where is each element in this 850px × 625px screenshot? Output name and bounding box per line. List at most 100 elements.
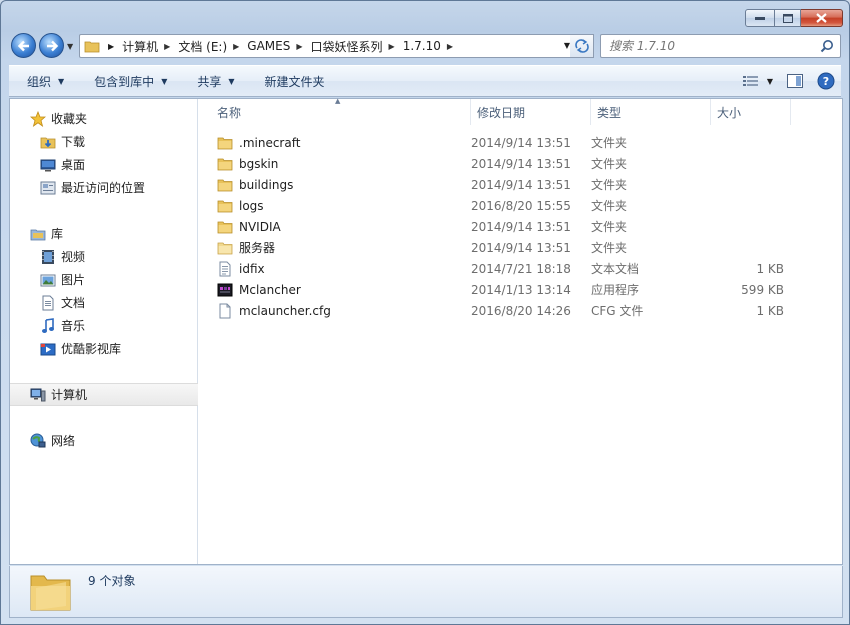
file-type: 文件夹 [591, 178, 628, 192]
column-label: 名称 [217, 105, 242, 120]
preview-pane-button[interactable] [787, 74, 803, 88]
close-button[interactable] [801, 9, 843, 27]
file-row-bgskin[interactable]: bgskin 2014/9/14 13:51 文件夹 [199, 153, 842, 174]
minimize-icon [755, 17, 765, 20]
file-name-cell: 服务器 [199, 239, 471, 256]
file-name: mclauncher.cfg [239, 303, 331, 318]
view-controls: ▼ ? [729, 72, 835, 90]
breadcrumb-separator-icon[interactable]: ▶ [296, 42, 302, 51]
file-rows: .minecraft 2014/9/14 13:51 文件夹 bgskin 20… [199, 132, 842, 321]
change-view-button[interactable]: ▼ [742, 75, 773, 87]
include-in-library-label: 包含到库中 [94, 74, 155, 89]
preview-pane-icon [787, 74, 803, 88]
breadcrumb-drive-e[interactable]: 文档 (E:) ▶ [178, 38, 247, 55]
downloads-folder-icon [40, 134, 56, 150]
file-name-cell: buildings [199, 177, 471, 193]
breadcrumb-games[interactable]: GAMES ▶ [247, 39, 310, 53]
desktop-icon [40, 157, 56, 173]
breadcrumb-separator-icon[interactable]: ▶ [447, 42, 453, 51]
column-header-type[interactable]: 类型 [591, 99, 711, 125]
breadcrumb-separator-icon[interactable]: ▶ [164, 42, 170, 51]
file-row-server[interactable]: 服务器 2014/9/14 13:51 文件夹 [199, 237, 842, 258]
libraries-group: 库 视频 图片 文档 音乐 优酷影视库 [10, 222, 198, 360]
nav-favorites[interactable]: 收藏夹 [10, 107, 198, 130]
file-row-minecraft[interactable]: .minecraft 2014/9/14 13:51 文件夹 [199, 132, 842, 153]
nav-pictures[interactable]: 图片 [10, 268, 198, 291]
folder-icon [217, 219, 233, 235]
breadcrumb-separator-icon[interactable]: ▶ [389, 42, 395, 51]
pictures-icon [40, 272, 56, 288]
computer-group: 计算机 [10, 383, 198, 406]
refresh-button[interactable] [570, 34, 594, 58]
chevron-down-icon: ▼ [58, 76, 65, 86]
column-header-name[interactable]: ▲ 名称 [199, 97, 471, 125]
nav-downloads[interactable]: 下载 [10, 130, 198, 153]
back-button[interactable] [11, 33, 36, 58]
explorer-window: ▼ ▶ 计算机 ▶ 文档 (E:) ▶ GAMES ▶ 口袋妖怪系列 ▶ 1.7.10 ▶… [0, 0, 850, 625]
file-date: 2014/1/13 13:14 [471, 282, 571, 297]
nav-network[interactable]: 网络 [10, 429, 198, 452]
nav-label: 库 [51, 227, 64, 241]
forward-button[interactable] [39, 33, 64, 58]
network-icon [30, 433, 46, 449]
file-name: .minecraft [239, 135, 301, 150]
column-header-date[interactable]: 修改日期 [471, 99, 591, 125]
search-icon[interactable] [820, 39, 834, 56]
address-bar[interactable]: ▶ 计算机 ▶ 文档 (E:) ▶ GAMES ▶ 口袋妖怪系列 ▶ 1.7.10 ▶ ▼ [79, 34, 575, 58]
recent-pages-dropdown[interactable]: ▼ [67, 42, 73, 51]
minimize-button[interactable] [745, 9, 775, 27]
breadcrumb-current[interactable]: 1.7.10 ▶ [403, 39, 461, 53]
search-box[interactable] [600, 34, 841, 58]
file-row-buildings[interactable]: buildings 2014/9/14 13:51 文件夹 [199, 174, 842, 195]
file-name: buildings [239, 177, 294, 192]
file-row-mclauncher-cfg[interactable]: mclauncher.cfg 2016/8/20 14:26 CFG 文件 1 … [199, 300, 842, 321]
nav-computer[interactable]: 计算机 [10, 383, 198, 406]
share-label: 共享 [197, 74, 222, 89]
refresh-icon [574, 39, 589, 53]
recent-places-icon [40, 180, 56, 196]
nav-libraries[interactable]: 库 [10, 222, 198, 245]
empty-folder-icon [217, 240, 233, 256]
nav-desktop[interactable]: 桌面 [10, 153, 198, 176]
breadcrumb-computer[interactable]: 计算机 ▶ [122, 38, 178, 55]
nav-music[interactable]: 音乐 [10, 314, 198, 337]
organize-button[interactable]: 组织 ▼ [9, 65, 76, 97]
chevron-down-icon[interactable]: ▼ [767, 77, 773, 86]
caption-buttons [745, 9, 843, 27]
nav-documents[interactable]: 文档 [10, 291, 198, 314]
new-folder-button[interactable]: 新建文件夹 [247, 65, 337, 97]
breadcrumb-separator-icon[interactable]: ▶ [233, 42, 239, 51]
maximize-button[interactable] [775, 9, 801, 27]
include-in-library-button[interactable]: 包含到库中 ▼ [76, 65, 179, 97]
nav-youku-library[interactable]: 优酷影视库 [10, 337, 198, 360]
file-row-nvidia[interactable]: NVIDIA 2014/9/14 13:51 文件夹 [199, 216, 842, 237]
breadcrumb-label: GAMES [247, 39, 291, 53]
file-row-logs[interactable]: logs 2016/8/20 15:55 文件夹 [199, 195, 842, 216]
nav-label: 视频 [61, 250, 86, 264]
file-type: 文件夹 [591, 199, 628, 213]
search-input[interactable] [609, 39, 809, 53]
help-button[interactable]: ? [817, 72, 835, 90]
nav-videos[interactable]: 视频 [10, 245, 198, 268]
file-date: 2014/9/14 13:51 [471, 240, 571, 255]
file-row-idfix[interactable]: idfix 2014/7/21 18:18 文本文档 1 KB [199, 258, 842, 279]
blank-file-icon [217, 303, 233, 319]
computer-icon [30, 387, 46, 403]
folder-icon [84, 38, 100, 54]
column-header-size[interactable]: 大小 [711, 99, 791, 125]
breadcrumb-separator-icon[interactable]: ▶ [108, 42, 114, 51]
file-name: logs [239, 198, 264, 213]
file-type: CFG 文件 [591, 304, 644, 318]
share-button[interactable]: 共享 ▼ [179, 65, 246, 97]
file-name-cell: mclauncher.cfg [199, 303, 471, 319]
nav-recent-places[interactable]: 最近访问的位置 [10, 176, 198, 199]
breadcrumb-pokemon-series[interactable]: 口袋妖怪系列 ▶ [311, 38, 403, 55]
file-size: 599 KB [741, 282, 784, 297]
file-type: 文件夹 [591, 157, 628, 171]
nav-label: 音乐 [61, 319, 86, 333]
nav-label: 桌面 [61, 158, 86, 172]
nav-label: 文档 [61, 296, 86, 310]
maximize-icon [782, 13, 793, 23]
column-headers: ▲ 名称 修改日期 类型 大小 [199, 97, 842, 125]
file-row-mclancher[interactable]: Mclancher 2014/1/13 13:14 应用程序 599 KB [199, 279, 842, 300]
